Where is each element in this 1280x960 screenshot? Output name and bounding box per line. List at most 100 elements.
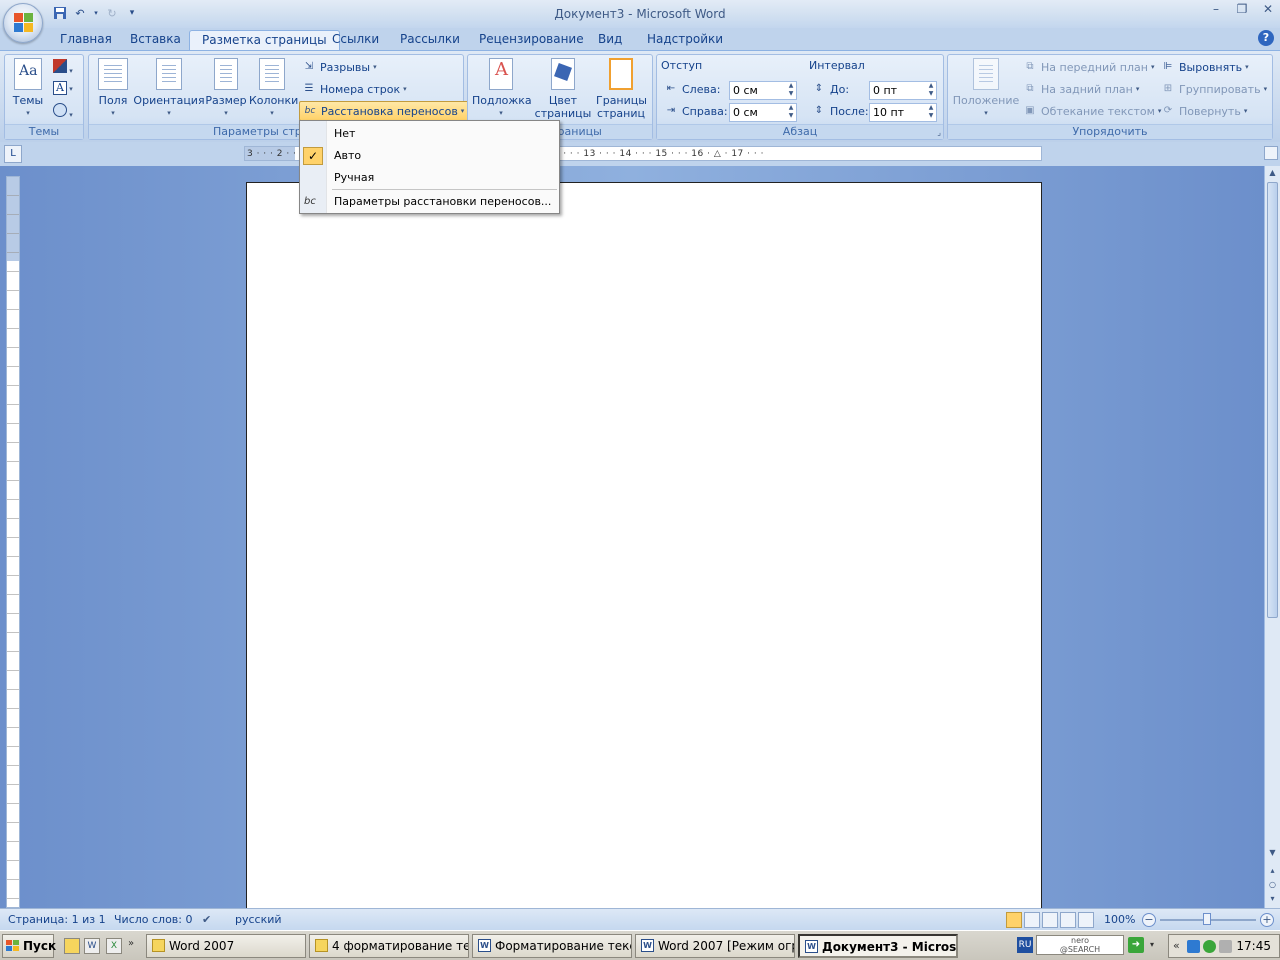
explorer-quicklaunch-icon[interactable] [64,938,80,954]
network-icon[interactable] [1187,940,1200,953]
tray-expand-icon[interactable]: « [1173,939,1180,952]
menu-item-none[interactable]: Нет [300,123,559,145]
go-arrow-icon[interactable]: ➜ [1128,937,1144,953]
menu-item-hyphenation-options[interactable]: bc Параметры расстановки переносов... [300,191,559,213]
tab-references[interactable]: Ссылки [320,30,391,50]
task-document3[interactable]: W Документ3 - Microso... [798,934,958,958]
quicklaunch-more-icon[interactable]: » [128,938,134,949]
scroll-thumb[interactable] [1267,182,1278,618]
group-objects-button[interactable]: ⊞ Группировать ▾ [1160,79,1267,99]
prev-page-icon[interactable]: ▴ [1265,864,1280,878]
indent-left-input[interactable]: 0 см ▲ ▼ [729,81,797,100]
start-button[interactable]: Пуск [2,934,56,958]
search-dropdown-icon[interactable]: ▾ [1150,940,1154,949]
indent-right-label: Справа: [682,104,728,118]
tab-page-layout[interactable]: Разметка страницы [189,30,340,50]
tab-insert[interactable]: Вставка [118,30,193,50]
spacing-after-spinner-icon[interactable]: ▲ ▼ [926,104,936,121]
word-quicklaunch-icon[interactable]: W [84,938,100,954]
spacing-after-input[interactable]: 10 пт ▲ ▼ [869,103,937,122]
web-layout-icon[interactable] [1042,912,1058,928]
themes-button[interactable]: Aa Темы ▾ [11,58,45,120]
task-label: Word 2007 [Режим огра... [658,939,794,953]
draft-view-icon[interactable] [1078,912,1094,928]
browse-object-icon[interactable]: ○ [1265,878,1280,892]
orientation-button[interactable]: Ориентация ▾ [133,58,205,120]
restore-icon[interactable]: ❐ [1234,2,1250,16]
word-doc-icon: W [478,939,491,952]
outline-view-icon[interactable] [1060,912,1076,928]
columns-button[interactable]: Колонки ▾ [249,58,298,120]
windows-flag-icon [6,940,19,951]
menu-item-manual-label: Ручная [334,171,375,184]
view-ruler-icon[interactable] [1264,146,1278,160]
page-count[interactable]: Страница: 1 из 1 [8,913,106,926]
text-wrap-button[interactable]: ▣ Обтекание текстом ▾ [1022,101,1161,121]
theme-fonts-button[interactable]: A ▾ [53,81,73,95]
paragraph-launcher-icon[interactable]: ⌟ [937,128,941,137]
nero-search-box[interactable]: nero @SEARCH [1036,935,1124,955]
zoom-slider-thumb[interactable] [1203,913,1211,925]
indent-right-spinner-icon[interactable]: ▲ ▼ [786,104,796,121]
tab-addins[interactable]: Надстройки [635,30,735,50]
page-borders-button[interactable]: Границы страниц [596,58,647,120]
menu-item-options-label: Параметры расстановки переносов... [334,195,552,208]
language-indicator[interactable]: RU [1017,937,1033,953]
indent-left-spinner-icon[interactable]: ▲ ▼ [786,82,796,99]
full-screen-reading-icon[interactable] [1024,912,1040,928]
menu-item-manual[interactable]: Ручная [300,167,559,189]
task-formatting-folder[interactable]: 4 форматирование тек... [309,934,469,958]
help-icon[interactable]: ? [1258,30,1274,46]
theme-colors-button[interactable]: ▾ [53,59,73,76]
send-back-button[interactable]: ⧉ На задний план ▾ [1022,79,1139,99]
watermark-button[interactable]: A Подложка ▾ [472,58,532,120]
task-word-2007-restricted[interactable]: W Word 2007 [Режим огра... [635,934,795,958]
hyphenation-button[interactable]: bc Расстановка переносов ▾ [299,101,470,121]
group-paragraph: Отступ ⇤ Слева: 0 см ▲ ▼ ⇥ Справа: 0 см ▲… [656,54,944,140]
spacing-before-input[interactable]: 0 пт ▲ ▼ [869,81,937,100]
spacing-before-spinner-icon[interactable]: ▲ ▼ [926,82,936,99]
language-status[interactable]: русский [235,913,282,926]
antivirus-icon[interactable] [1203,940,1216,953]
tab-review[interactable]: Рецензирование [467,30,596,50]
tab-view[interactable]: Вид [586,30,634,50]
vertical-ruler[interactable] [6,176,20,908]
tab-home[interactable]: Главная [48,30,124,50]
menu-item-auto[interactable]: ✓ Авто [300,145,559,167]
scroll-down-icon[interactable]: ▼ [1265,846,1280,860]
spacing-after-label: После: [830,104,869,118]
window-title: Документ3 - Microsoft Word [554,7,726,21]
indent-right-value: 0 см [733,106,758,119]
zoom-level[interactable]: 100% [1104,913,1135,926]
print-layout-view-icon[interactable] [1006,912,1022,928]
vertical-scrollbar[interactable]: ▲ ▼ ▴ ○ ▾ [1264,166,1280,908]
word-doc-icon: W [641,939,654,952]
proofing-icon[interactable]: ✔ [202,913,211,926]
theme-effects-button[interactable]: ▾ [53,103,73,120]
document-page[interactable] [246,182,1042,912]
task-formatting-doc[interactable]: W Форматирование текст... [472,934,632,958]
word-count[interactable]: Число слов: 0 [114,913,193,926]
breaks-button[interactable]: ⇲ Разрывы ▾ [301,57,377,77]
margins-button[interactable]: Поля ▾ [95,58,131,120]
clock[interactable]: 17:45 [1236,939,1271,953]
size-button[interactable]: Размер ▾ [205,58,247,120]
align-button[interactable]: ⊫ Выровнять ▾ [1160,57,1249,77]
office-button[interactable] [3,3,43,43]
zoom-out-icon[interactable]: − [1142,913,1156,927]
next-page-icon[interactable]: ▾ [1265,892,1280,906]
indent-right-input[interactable]: 0 см ▲ ▼ [729,103,797,122]
rotate-button[interactable]: ⟳ Повернуть ▾ [1160,101,1248,121]
excel-quicklaunch-icon[interactable]: X [106,938,122,954]
volume-icon[interactable] [1219,940,1232,953]
tab-selector-icon[interactable]: L [4,145,22,163]
bring-front-button[interactable]: ⧉ На передний план ▾ [1022,57,1154,77]
scroll-up-icon[interactable]: ▲ [1265,166,1280,180]
close-icon[interactable]: ✕ [1260,2,1276,16]
line-numbers-button[interactable]: ☰ Номера строк ▾ [301,79,407,99]
position-button[interactable]: Положение ▾ [952,58,1020,120]
zoom-in-icon[interactable]: + [1260,913,1274,927]
tab-mailings[interactable]: Рассылки [388,30,472,50]
minimize-icon[interactable]: – [1208,2,1224,16]
task-word-2007-folder[interactable]: Word 2007 [146,934,306,958]
